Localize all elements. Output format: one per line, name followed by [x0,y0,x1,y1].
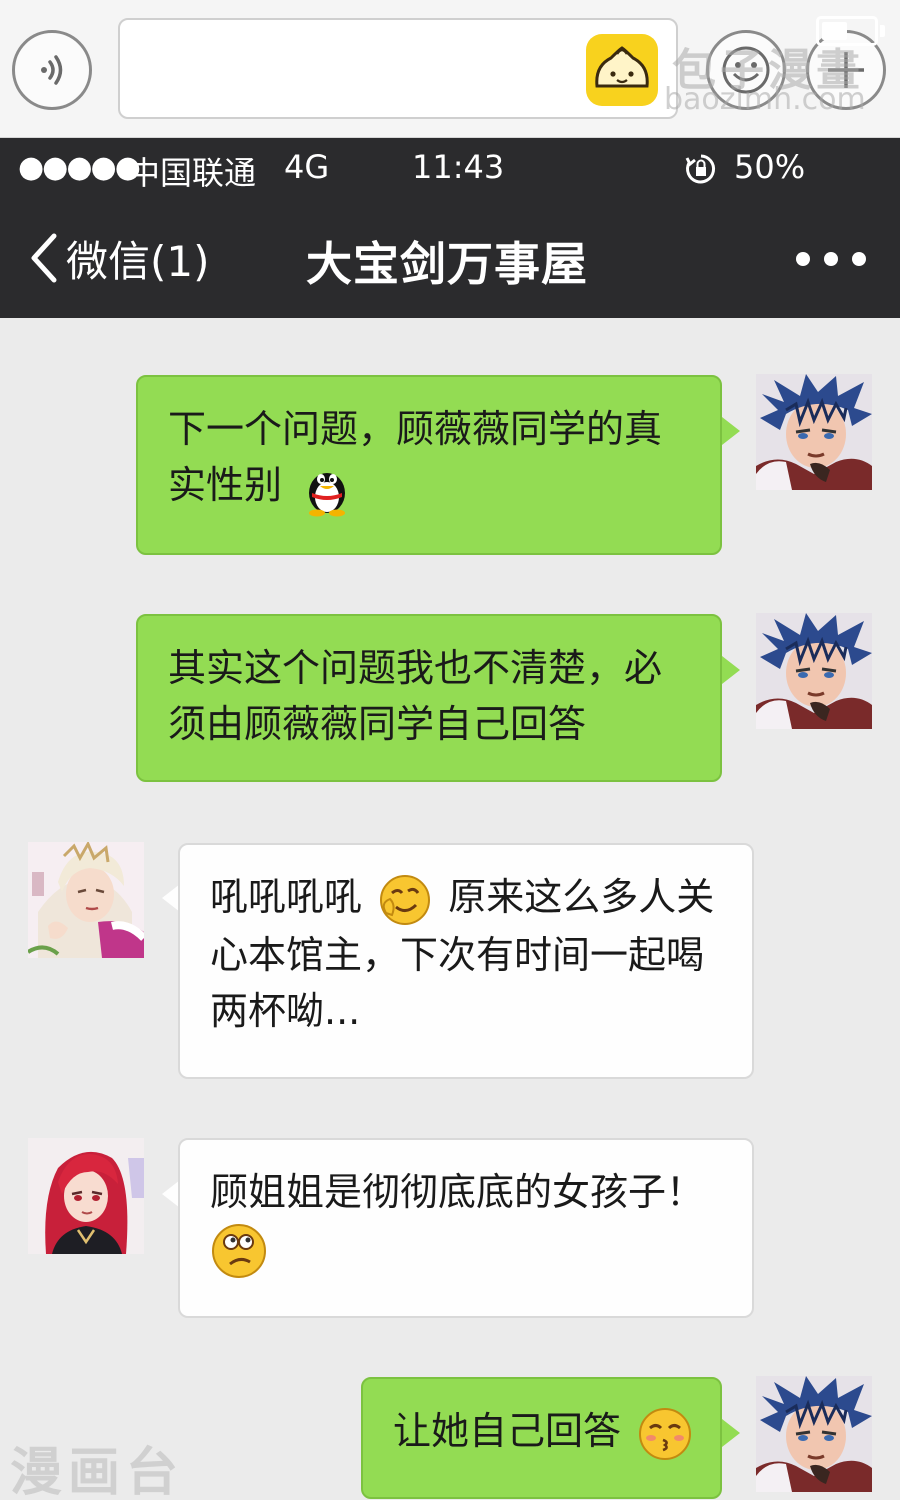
confused-face-emoji-icon [212,1223,266,1278]
message-text: 两杯呦... [210,988,361,1033]
message-text: 须由顾薇薇同学自己回答 [168,702,587,746]
carrier-name: 中国联通 [128,154,257,192]
watermark-bottom: 漫画台 [10,1443,185,1500]
message-text: 其实这个问题我也不清楚，必 [168,646,663,690]
message-text: 顾姐姐是彻彻底底的女孩子！ [210,1170,705,1214]
bun-sticker-button[interactable] [586,34,658,106]
blue-haired-boy-avatar-icon [756,1376,872,1492]
chat-screen: 包子漫畫 baozimh.com ●●●●● 中国联通 4G 11:43 50%… [0,0,900,1500]
nav-bar: 微信(1) 大宝剑万事屋 [0,200,900,318]
message-bubble-sent[interactable]: 让她自己回答 [361,1377,722,1499]
message-text: 下一个问题，顾薇薇同学的真 [168,407,663,451]
message-emoji-line [210,1220,724,1280]
voice-icon [41,55,63,85]
back-label: 微信(1) [66,236,210,286]
input-bar: 包子漫畫 baozimh.com [0,0,900,138]
signal-strength: ●●●●● [18,150,141,185]
message-text-line: 实性别 [168,457,692,517]
message-text-line: 让她自己回答 [393,1403,692,1462]
more-dot [796,252,810,266]
blue-haired-boy-avatar-icon [756,613,872,729]
avatar-white-haired-owner[interactable] [28,842,144,958]
message-bubble-sent[interactable]: 其实这个问题我也不清楚，必 须由顾薇薇同学自己回答 [136,614,722,782]
battery-percent: 50% [734,148,806,186]
avatar-blue-haired-boy[interactable] [756,1376,872,1492]
bubble-tail [722,656,740,684]
bun-icon [595,46,649,88]
bubble-tail [722,1419,740,1447]
message-bubble-received[interactable]: 吼吼吼吼 原来这么多人关 心本馆主，下次有时间一起喝 两杯呦... [178,843,754,1079]
kissing-face-emoji-icon [639,1407,692,1460]
message-text-line: 吼吼吼吼 原来这么多人关 [210,869,724,927]
chat-info-button[interactable] [796,244,866,274]
message-text: 实性别 [168,463,283,507]
battery-icon [816,16,878,46]
voice-button[interactable] [12,30,92,110]
more-dot [852,252,866,266]
more-dot [824,252,838,266]
white-haired-owner-avatar-icon [28,842,144,958]
avatar-blue-haired-boy[interactable] [756,613,872,729]
message-text: 心本馆主，下次有时间一起喝 [210,932,705,977]
watermark-url: baozimh.com [664,82,866,117]
rotation-lock-icon [685,154,716,184]
network-type: 4G [284,148,330,186]
battery-cap [880,25,885,37]
message-text: 让她自己回答 [393,1409,622,1453]
red-haired-girl-avatar-icon [28,1138,144,1254]
chevron-left-icon [31,233,57,283]
sly-face-emoji-icon [380,874,431,925]
status-time: 11:43 [412,148,505,186]
bubble-tail [722,417,740,445]
message-bubble-received[interactable]: 顾姐姐是彻彻底底的女孩子！ [178,1138,754,1318]
message-text: 原来这么多人关 [448,875,715,919]
blue-haired-boy-avatar-icon [756,374,872,490]
avatar-red-haired-girl[interactable] [28,1138,144,1254]
message-text: 吼吼吼吼 [210,875,363,919]
penguin-emoji-icon [309,472,346,516]
message-bubble-sent[interactable]: 下一个问题，顾薇薇同学的真 实性别 [136,375,722,555]
back-button[interactable]: 微信(1) [28,228,210,288]
avatar-blue-haired-boy[interactable] [756,374,872,490]
battery-fill [822,22,847,40]
chat-title: 大宝剑万事屋 [306,237,588,291]
status-bar: ●●●●● 中国联通 4G 11:43 50% [0,138,900,200]
